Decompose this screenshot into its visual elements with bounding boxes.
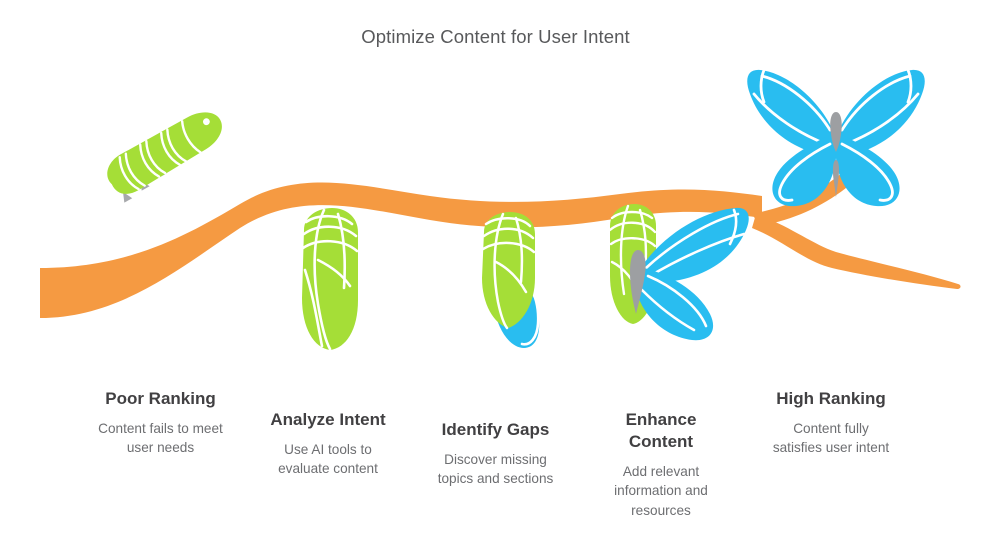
metamorphosis-illustration (40, 68, 961, 351)
stage-title: Analyze Intent (270, 410, 386, 429)
stage-description: Discover missing topics and sections (437, 451, 554, 487)
stage-title: Enhance Content (625, 410, 697, 451)
butterfly-emerging-icon (608, 204, 749, 341)
stage-description: Use AI tools to evaluate content (278, 441, 378, 477)
stage-caption-identify-gaps: Identify Gaps Discover missing topics an… (398, 419, 593, 489)
stage-caption-high-ranking: High Ranking Content fully satisfies use… (733, 388, 929, 458)
stage-title: High Ranking (776, 389, 886, 408)
caterpillar-icon (107, 112, 222, 203)
infographic-canvas: Optimize Content for User Intent Poor Ra… (0, 0, 991, 558)
chrysalis-green-icon (301, 208, 359, 351)
stage-title: Poor Ranking (105, 389, 216, 408)
stage-caption-poor-ranking: Poor Ranking Content fails to meet user … (63, 388, 258, 458)
stage-title: Identify Gaps (441, 420, 550, 439)
chrysalis-cracking-icon (481, 212, 540, 348)
stage-description: Content fails to meet user needs (98, 420, 223, 456)
stage-caption-analyze-intent: Analyze Intent Use AI tools to evaluate … (230, 409, 426, 479)
butterfly-full-icon (747, 68, 925, 207)
stage-description: Add relevant information and resources (614, 463, 708, 518)
stage-caption-enhance-content: Enhance Content Add relevant information… (581, 409, 741, 521)
stage-description: Content fully satisfies user intent (772, 420, 890, 456)
